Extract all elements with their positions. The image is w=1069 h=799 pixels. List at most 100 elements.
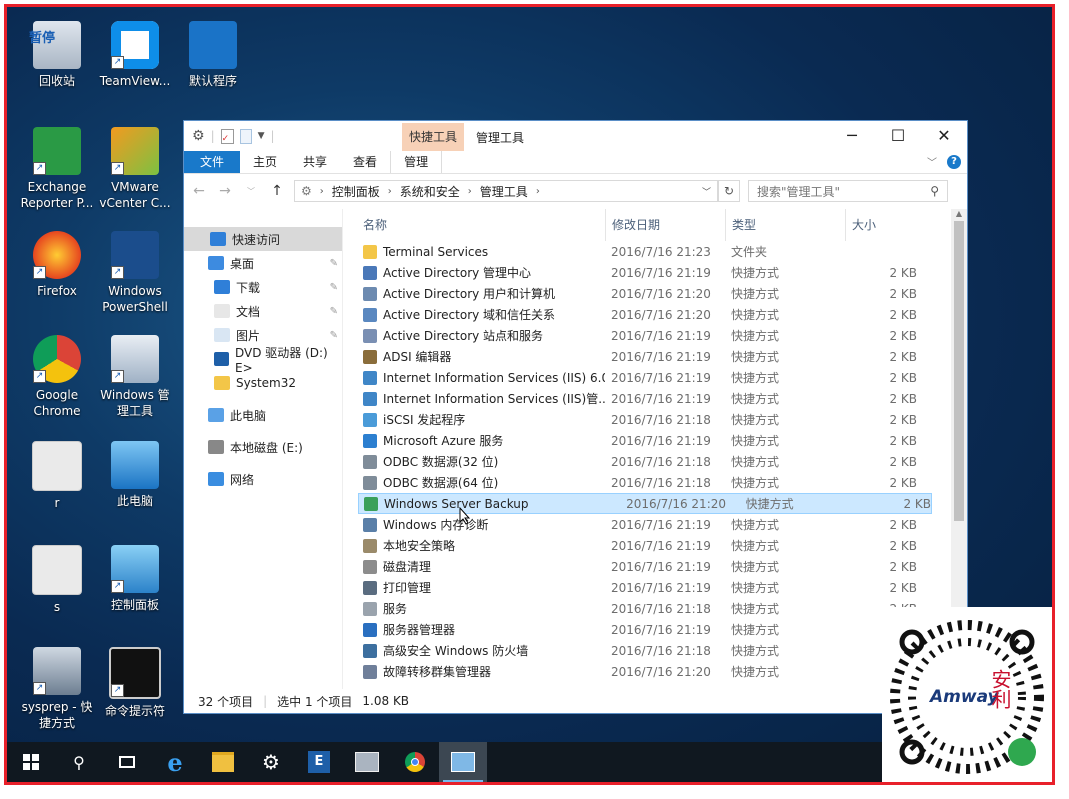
desktop-icon[interactable]: ↗ TeamView... (95, 21, 175, 89)
start-button[interactable] (7, 742, 55, 782)
column-name[interactable]: 名称 (343, 209, 605, 241)
shortcut-arrow-icon: ↗ (111, 370, 124, 383)
minimize-button[interactable]: ─ (829, 121, 875, 151)
desktop-icon[interactable]: ↗ Firefox (17, 231, 97, 299)
nav-item[interactable]: System32 (184, 371, 342, 395)
file-row[interactable]: 服务2016/7/16 21:18快捷方式2 KB (343, 598, 967, 619)
desktop-icon[interactable]: ↗ Windows PowerShell (95, 231, 175, 315)
admin-tools-button[interactable] (439, 742, 487, 782)
network-button[interactable] (343, 742, 391, 782)
search-placeholder: 搜索"管理工具" (757, 184, 841, 199)
exchange-button[interactable]: E (295, 742, 343, 782)
ie-button[interactable]: e (151, 742, 199, 782)
scroll-thumb[interactable] (954, 221, 964, 521)
expand-ribbon-icon[interactable]: ﹀ (927, 154, 937, 169)
nav-item[interactable]: DVD 驱动器 (D:) E> (184, 346, 342, 375)
nav-item[interactable]: 快速访问 (184, 227, 342, 251)
column-size[interactable]: 大小 (845, 209, 925, 241)
column-type[interactable]: 类型 (725, 209, 845, 241)
file-row[interactable]: ODBC 数据源(64 位) 2016/7/16 21:18 快捷方式 2 KB (343, 472, 967, 493)
maximize-button[interactable]: ☐ (875, 121, 921, 151)
refresh-button[interactable]: ↻ (718, 180, 740, 202)
file-row[interactable]: Windows Server Backup 2016/7/16 21:20 快捷方式… (358, 493, 932, 514)
file-row[interactable]: Active Directory 域和信任关系 2016/7/16 21:20 快捷… (343, 304, 967, 325)
nav-item[interactable]: 下载 ✎ (184, 275, 342, 299)
shortcut-file-icon (363, 412, 377, 427)
address-bar[interactable]: ⚙ › 控制面板 › 系统和安全 › 管理工具 › ﹀ (294, 180, 718, 202)
file-date: 2016/7/16 21:18 (611, 643, 711, 658)
nav-item[interactable]: 桌面 ✎ (184, 251, 342, 275)
recent-dropdown-icon[interactable]: ﹀ (242, 186, 260, 197)
desktop-icon[interactable]: ↗ Google Chrome (17, 335, 97, 419)
file-size: 2 KB (889, 286, 917, 301)
tab-file[interactable]: 文件 (184, 151, 241, 173)
breadcrumb-item[interactable]: 控制面板 (332, 183, 380, 200)
server-manager-button[interactable]: ⚙ (247, 742, 295, 782)
shortcut-file-icon (363, 433, 377, 448)
forward-button[interactable]: → (216, 183, 234, 199)
nav-item[interactable]: 此电脑 (184, 403, 342, 427)
file-row[interactable]: Internet Information Services (IIS)管... 2… (343, 388, 967, 409)
desktop-icon-small (208, 256, 224, 270)
nav-item[interactable]: 文档 ✎ (184, 299, 342, 323)
address-dropdown-icon[interactable]: ﹀ (702, 185, 711, 198)
tab-home[interactable]: 主页 (240, 151, 290, 173)
file-row[interactable]: 磁盘清理 2016/7/16 21:19 快捷方式 2 KB (343, 556, 967, 577)
file-row[interactable]: ODBC 数据源(32 位) 2016/7/16 21:18 快捷方式 2 KB (343, 451, 967, 472)
chrome-button[interactable] (391, 742, 439, 782)
qat-dropdown-icon[interactable]: ▼ (258, 131, 265, 141)
file-row[interactable]: iSCSI 发起程序 2016/7/16 21:18 快捷方式 2 KB (343, 409, 967, 430)
file-row[interactable]: ADSI 编辑器 2016/7/16 21:19 快捷方式 2 KB (343, 346, 967, 367)
breadcrumb-item[interactable]: 管理工具 (480, 183, 528, 200)
desktop-icon[interactable]: 默认程序 (173, 21, 253, 89)
file-row[interactable]: Active Directory 管理中心 2016/7/16 21:19 快捷方式… (343, 262, 967, 283)
file-row[interactable]: 打印管理 2016/7/16 21:19 快捷方式 2 KB (343, 577, 967, 598)
desktop-icon[interactable]: ↗ 命令提示符 (95, 647, 175, 719)
title-bar: ⚙ | ✓ ▼ | 快捷工具 管理工具 ─ ☐ ✕ (184, 121, 967, 151)
desktop-icon[interactable]: r (17, 441, 97, 511)
properties-icon[interactable]: ⚙ (192, 128, 205, 144)
help-icon[interactable]: ? (947, 154, 961, 169)
file-date: 2016/7/16 21:20 (626, 496, 727, 511)
desktop-icon[interactable]: ↗ 控制面板 (95, 545, 175, 613)
file-date: 2016/7/16 21:19 (611, 622, 711, 637)
file-row[interactable]: Microsoft Azure 服务 2016/7/16 21:19 快捷方式 2 K… (343, 430, 967, 451)
tab-view[interactable]: 查看 (340, 151, 390, 173)
file-row[interactable]: 本地安全策略 2016/7/16 21:19 快捷方式 2 KB (343, 535, 967, 556)
file-explorer-button[interactable] (199, 742, 247, 782)
shortcut-file-icon (363, 580, 377, 595)
tab-share[interactable]: 共享 (290, 151, 340, 173)
file-date: 2016/7/16 21:20 (611, 286, 711, 301)
desktop-icon[interactable]: s (17, 545, 97, 615)
file-size: 2 KB (889, 433, 917, 448)
search-input[interactable]: 搜索"管理工具" ⚲ (748, 180, 948, 202)
up-button[interactable]: ↑ (268, 183, 286, 199)
file-row[interactable]: Terminal Services 2016/7/16 21:23 文件夹 (343, 241, 967, 262)
task-view-button[interactable] (103, 742, 151, 782)
nav-item[interactable]: 网络 (184, 467, 342, 491)
file-row[interactable]: Windows 内存诊断 2016/7/16 21:19 快捷方式 2 KB (343, 514, 967, 535)
new-folder-icon[interactable] (239, 128, 252, 144)
back-button[interactable]: ← (190, 183, 208, 199)
column-date[interactable]: 修改日期 (605, 209, 725, 241)
file-row[interactable]: Internet Information Services (IIS) 6.0.… (343, 367, 967, 388)
file-row[interactable]: 高级安全 Windows 防火墙2016/7/16 21:18快捷方式2 KB (343, 640, 967, 661)
selected-size: 1.08 KB (362, 694, 410, 708)
checklist-icon[interactable]: ✓ (220, 128, 234, 144)
close-button[interactable]: ✕ (921, 121, 967, 151)
file-row[interactable]: Active Directory 用户和计算机 2016/7/16 21:20 快捷… (343, 283, 967, 304)
tab-manage[interactable]: 管理 (390, 151, 443, 173)
search-button[interactable]: ⚲ (55, 742, 103, 782)
scroll-up-icon[interactable]: ▲ (951, 209, 967, 218)
desktop-icon[interactable]: ↗ VMware vCenter C... (95, 127, 175, 211)
nav-item[interactable]: 本地磁盘 (E:) (184, 435, 342, 459)
desktop-icon[interactable]: ↗ Windows 管理工具 (95, 335, 175, 419)
file-row[interactable]: Active Directory 站点和服务 2016/7/16 21:19 快捷方… (343, 325, 967, 346)
powershell-icon: ↗ (111, 231, 159, 279)
file-row[interactable]: 服务器管理器2016/7/16 21:19快捷方式2 KB (343, 619, 967, 640)
desktop-icon[interactable]: ↗ Exchange Reporter P... (17, 127, 97, 211)
desktop-icon[interactable]: ↗ sysprep - 快捷方式 (17, 647, 97, 731)
breadcrumb-item[interactable]: 系统和安全 (400, 183, 460, 200)
desktop-icon[interactable]: 此电脑 (95, 441, 175, 509)
file-row[interactable]: 故障转移群集管理器2016/7/16 21:20快捷方式2 KB (343, 661, 967, 682)
